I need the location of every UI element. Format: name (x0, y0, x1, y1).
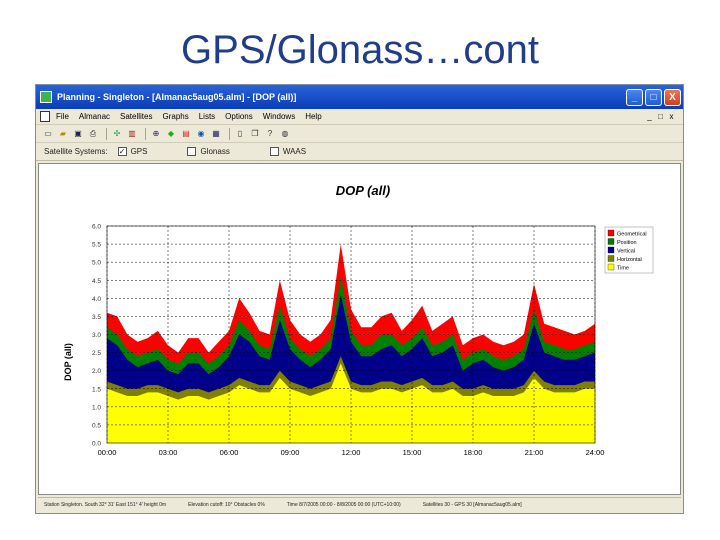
legend-swatch-geometrical (607, 229, 615, 237)
document-icon[interactable] (40, 111, 50, 122)
glonass-label: Glonass (200, 147, 230, 156)
y-tick-label: 5.5 (92, 242, 101, 249)
sky-plot-icon[interactable]: ⊕ (150, 128, 162, 140)
legend-label-vertical: Vertical (617, 249, 635, 255)
menu-almanac[interactable]: Almanac (79, 112, 110, 121)
menu-help[interactable]: Help (305, 112, 321, 121)
new-icon[interactable]: ▭ (42, 128, 54, 140)
y-tick-label: 1.0 (92, 404, 101, 411)
satellite-systems-bar: Satellite Systems: ✓ GPS Glonass WAAS (36, 143, 683, 161)
legend-swatch-position (607, 238, 615, 245)
status-satellites: Satellites 30 - GPS 30 [Almanac5aug05.al… (422, 501, 522, 508)
menu-lists[interactable]: Lists (199, 112, 215, 121)
x-tick-label: 09:00 (281, 448, 300, 457)
doc-restore-button[interactable]: □ (655, 112, 666, 121)
legend-label-geometrical: Geometrical (617, 232, 647, 238)
maximize-button[interactable]: □ (645, 88, 662, 106)
menu-bar: File Almanac Satellites Graphs Lists Opt… (36, 109, 683, 125)
dop-icon[interactable]: ▤ (180, 128, 192, 140)
legend-swatch-horizontal (607, 255, 615, 262)
gps-checkbox[interactable]: ✓ (117, 147, 127, 156)
gps-label: GPS (130, 147, 148, 156)
y-axis-label: DOP (all) (63, 343, 73, 381)
y-tick-label: 3.5 (92, 314, 101, 321)
y-tick-label: 0.5 (92, 422, 101, 429)
elevation-icon[interactable]: ◆ (165, 128, 177, 140)
legend-label-time: Time (617, 266, 629, 272)
close-button[interactable]: X (664, 88, 681, 106)
open-icon[interactable]: ▰ (57, 128, 69, 140)
dop-chart-panel: DOP (all) DOP (all) 0.0 0.5 1.0 1.5 2.0 2.5 3.… (38, 163, 681, 495)
y-tick-label: 6.0 (92, 224, 101, 231)
waas-checkbox[interactable] (269, 147, 279, 156)
x-tick-label: 15:00 (403, 448, 422, 457)
toolbar-separator (229, 127, 230, 140)
app-icon (40, 91, 52, 103)
status-bar: Station Singleton. South 32° 31' East 15… (38, 497, 681, 511)
x-tick-label: 18:00 (464, 448, 483, 457)
dop-chart: DOP (all) DOP (all) 0.0 0.5 1.0 1.5 2.0 2.5 3.… (63, 183, 654, 457)
y-tick-label: 4.0 (92, 296, 101, 303)
x-tick-label: 21:00 (525, 448, 544, 457)
status-cutoff: Elevation cutoff: 10° Obstacles 0% (188, 501, 265, 508)
menu-windows[interactable]: Windows (263, 112, 295, 121)
waas-label: WAAS (282, 147, 307, 156)
glonass-checkbox[interactable] (187, 147, 197, 156)
print-icon[interactable]: ⎙ (87, 128, 99, 140)
help-icon[interactable]: ? (264, 128, 276, 140)
save-icon[interactable]: ▣ (72, 128, 84, 140)
legend-label-horizontal: Horizontal (617, 257, 642, 263)
menu-graphs[interactable]: Graphs (162, 112, 188, 121)
status-station: Station Singleton. South 32° 31' East 15… (44, 501, 167, 508)
menu-satellites[interactable]: Satellites (120, 112, 152, 121)
number-icon[interactable]: ▥ (126, 128, 138, 140)
legend-swatch-time (607, 263, 615, 271)
table-icon[interactable]: ▦ (210, 128, 222, 140)
y-tick-label: 4.5 (92, 278, 101, 285)
tile-icon[interactable]: ▯ (234, 128, 246, 140)
x-tick-label: 00:00 (98, 448, 117, 457)
world-view-icon[interactable]: ◉ (195, 128, 207, 140)
satellite-systems-label: Satellite Systems: (44, 147, 108, 156)
menu-file[interactable]: File (56, 112, 69, 121)
planning-window: Planning - Singleton - [Almanac5aug05.al… (35, 84, 684, 514)
doc-minimize-button[interactable]: _ (644, 112, 655, 121)
y-tick-label: 2.0 (92, 368, 101, 375)
doc-close-button[interactable]: x (666, 112, 677, 121)
x-tick-label: 24:00 (586, 448, 605, 457)
status-time: Time 8/7/2005 00:00 - 8/8/2005 00:00 (UT… (286, 501, 401, 508)
x-tick-label: 12:00 (342, 448, 361, 457)
legend-swatch-vertical (607, 246, 615, 254)
about-icon[interactable]: ◍ (279, 128, 291, 140)
cascade-icon[interactable]: ❐ (249, 128, 261, 140)
y-tick-label: 0.0 (92, 441, 101, 448)
satellite-icon[interactable]: ✣ (111, 128, 123, 140)
y-tick-label: 2.5 (92, 350, 101, 357)
slide-title: GPS/Glonass…cont (181, 28, 539, 72)
menu-options[interactable]: Options (225, 112, 253, 121)
y-tick-label: 1.5 (92, 386, 101, 393)
window-titlebar[interactable]: Planning - Singleton - [Almanac5aug05.al… (36, 85, 683, 109)
y-tick-label: 5.0 (92, 260, 101, 267)
toolbar: ▭ ▰ ▣ ⎙ ✣ ▥ ⊕ ◆ ▤ ◉ ▦ ▯ ❐ ? ◍ (36, 125, 683, 143)
minimize-button[interactable]: _ (626, 88, 643, 106)
toolbar-separator (145, 127, 146, 140)
x-tick-label: 06:00 (220, 448, 239, 457)
window-title: Planning - Singleton - [Almanac5aug05.al… (57, 92, 297, 102)
toolbar-separator (106, 127, 107, 140)
chart-title: DOP (all) (336, 183, 390, 198)
y-tick-label: 3.0 (92, 332, 101, 339)
legend-label-position: Position (617, 240, 637, 246)
x-tick-label: 03:00 (159, 448, 178, 457)
